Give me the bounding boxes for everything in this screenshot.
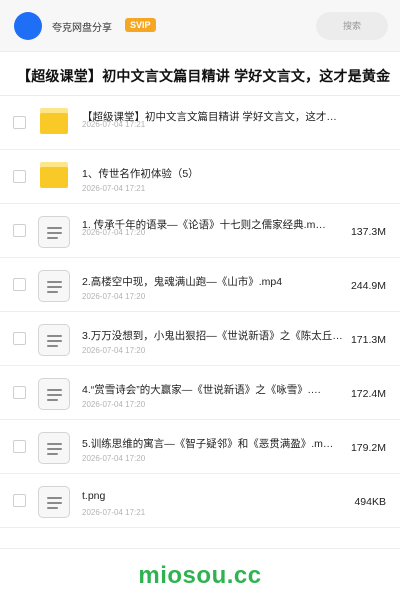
file-date: 2026-07-04 17:20 <box>82 292 146 301</box>
file-list: 2026-07-04 17:21 【超级课堂】初中文言文篇目精讲 学好文言文，这… <box>0 96 400 528</box>
file-row[interactable]: 5.训练思维的寓言—《智子疑邻》和《恶贯满盈》.m… 2026-07-04 17… <box>0 420 400 474</box>
document-icon <box>38 216 70 248</box>
file-size: 494KB <box>354 496 386 508</box>
vip-badge: SVIP <box>125 18 156 32</box>
file-date: 2026-07-04 17:20 <box>82 454 146 463</box>
folder-icon <box>40 108 68 134</box>
document-icon <box>38 324 70 356</box>
file-row[interactable]: t.png 2026-07-04 17:21 494KB <box>0 474 400 528</box>
document-icon <box>38 432 70 464</box>
file-date: 2026-07-04 17:21 <box>82 184 146 193</box>
file-name[interactable]: 2.高楼空中现，鬼魂满山跑—《山市》.mp4 <box>82 274 344 289</box>
file-name[interactable]: 1. 传承千年的语录—《论语》十七则之儒家经典.m… <box>82 218 344 246</box>
file-name[interactable]: 【超级课堂】初中文言文篇目精讲 学好文言文，这才… <box>82 110 344 138</box>
folder-row[interactable]: 2026-07-04 17:21 【超级课堂】初中文言文篇目精讲 学好文言文，这… <box>0 96 400 150</box>
document-icon <box>38 270 70 302</box>
row-checkbox[interactable] <box>13 170 26 183</box>
row-checkbox[interactable] <box>13 332 26 345</box>
file-date: 2026-07-04 17:20 <box>82 346 146 355</box>
document-icon <box>38 486 70 518</box>
file-size: 172.4M <box>350 388 386 400</box>
file-date: 2026-07-04 17:20 <box>82 400 146 409</box>
file-name[interactable]: 1、传世名作初体验（5） <box>82 166 344 181</box>
row-checkbox[interactable] <box>13 116 26 129</box>
file-row[interactable]: 4.“赏雪诗会”的大赢家—《世说新语》之《咏雪》.… 2026-07-04 17… <box>0 366 400 420</box>
search-input[interactable]: 搜索 <box>316 12 388 40</box>
user-name[interactable]: 夸克网盘分享 <box>52 19 112 34</box>
file-date: 2026-07-04 17:21 <box>82 508 146 517</box>
file-name[interactable]: 5.训练思维的寓言—《智子疑邻》和《恶贯满盈》.m… <box>82 436 344 451</box>
folder-icon <box>40 162 68 188</box>
file-name[interactable]: 3.万万没想到，小鬼出狠招—《世说新语》之《陈太丘… <box>82 328 344 343</box>
header: 夸克网盘分享 SVIP 搜索 <box>0 0 400 52</box>
share-title-bar: 【超级课堂】初中文言文篇目精讲 学好文言文，这才是黄金 <box>0 52 400 96</box>
file-row[interactable]: 3.万万没想到，小鬼出狠招—《世说新语》之《陈太丘… 2026-07-04 17… <box>0 312 400 366</box>
file-size: 244.9M <box>350 280 386 292</box>
folder-row[interactable]: 1、传世名作初体验（5） 2026-07-04 17:21 <box>0 150 400 204</box>
file-size: 179.2M <box>350 442 386 454</box>
row-checkbox[interactable] <box>13 386 26 399</box>
footer-divider <box>0 548 400 549</box>
file-name[interactable]: t.png <box>82 490 344 502</box>
avatar[interactable] <box>14 12 42 40</box>
row-checkbox[interactable] <box>13 440 26 453</box>
file-size: 171.3M <box>350 334 386 346</box>
document-icon <box>38 378 70 410</box>
file-size: 137.3M <box>350 226 386 238</box>
row-checkbox[interactable] <box>13 278 26 291</box>
page-title: 【超级课堂】初中文言文篇目精讲 学好文言文，这才是黄金 <box>17 68 391 84</box>
file-row[interactable]: 2.高楼空中现，鬼魂满山跑—《山市》.mp4 2026-07-04 17:20 … <box>0 258 400 312</box>
watermark: miosou.cc <box>138 562 262 589</box>
file-name[interactable]: 4.“赏雪诗会”的大赢家—《世说新语》之《咏雪》.… <box>82 382 344 397</box>
file-row[interactable]: 2026-07-04 17:20 1. 传承千年的语录—《论语》十七则之儒家经典… <box>0 204 400 258</box>
row-checkbox[interactable] <box>13 494 26 507</box>
row-checkbox[interactable] <box>13 224 26 237</box>
